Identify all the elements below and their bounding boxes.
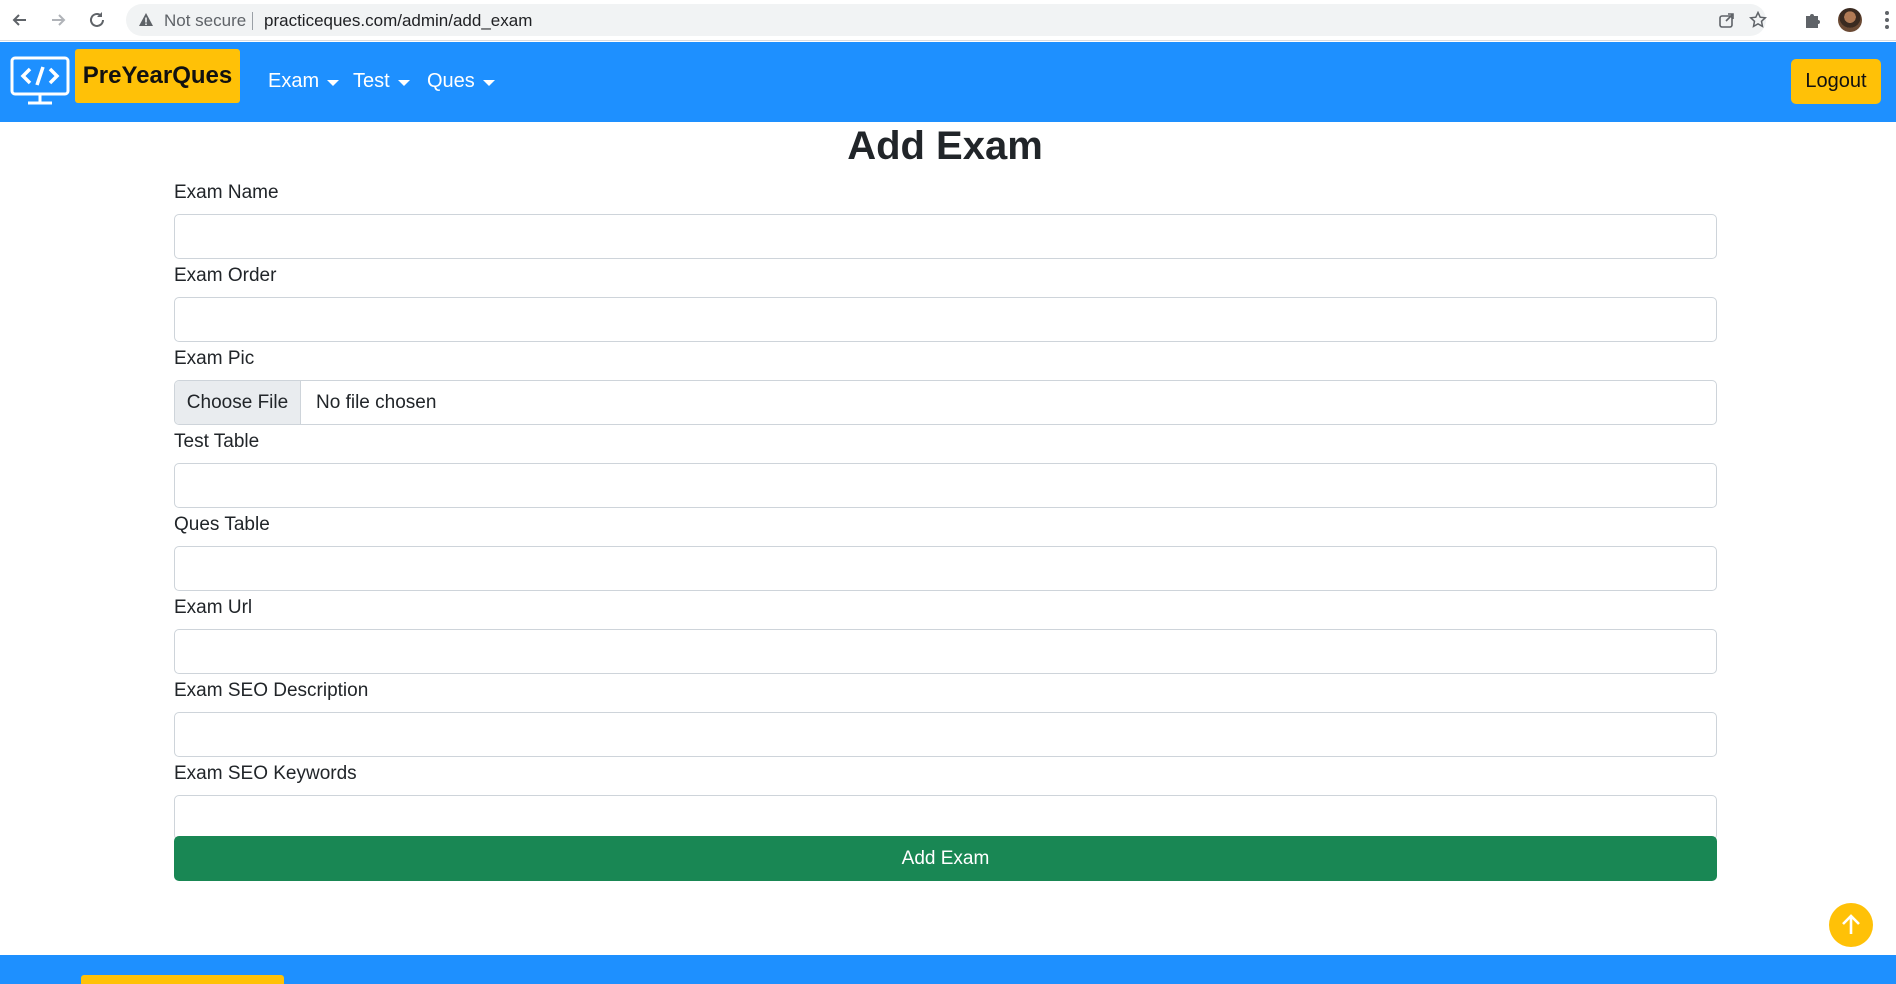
arrow-left-icon <box>12 14 26 26</box>
exam-url-input[interactable] <box>174 629 1717 674</box>
exam-seo-keywords-group: Exam SEO Keywords <box>174 761 1717 844</box>
exam-seo-description-input[interactable] <box>174 712 1717 757</box>
caret-down-icon <box>482 79 495 86</box>
puzzle-icon[interactable] <box>1802 9 1824 31</box>
exam-name-group: Exam Name <box>174 180 1717 263</box>
ques-table-input[interactable] <box>174 546 1717 591</box>
nav-test-label: Test <box>353 70 390 92</box>
security-status[interactable]: Not secure <box>164 11 246 31</box>
exam-url-group: Exam Url <box>174 595 1717 678</box>
exam-seo-keywords-label: Exam SEO Keywords <box>174 763 357 784</box>
site-navbar: PreYearQues Exam Test Ques Logout <box>0 42 1896 122</box>
caret-down-icon <box>327 79 340 86</box>
file-status-text: No file chosen <box>316 391 437 413</box>
exam-pic-file-input[interactable]: Choose File No file chosen <box>174 380 1717 425</box>
nav-dropdown-test[interactable]: Test <box>353 70 410 93</box>
exam-seo-keywords-input[interactable] <box>174 795 1717 840</box>
add-exam-button[interactable]: Add Exam <box>174 836 1717 881</box>
add-exam-form: Exam Name Exam Order Exam Pic Choose Fil… <box>174 180 1717 881</box>
reload-button[interactable] <box>85 8 109 32</box>
exam-order-label: Exam Order <box>174 265 277 286</box>
nav-dropdown-ques[interactable]: Ques <box>427 70 495 93</box>
exam-order-input[interactable] <box>174 297 1717 342</box>
address-bar[interactable]: Not secure practiceques.com/admin/add_ex… <box>126 4 1767 36</box>
exam-seo-description-group: Exam SEO Description <box>174 678 1717 761</box>
reload-icon <box>90 12 104 27</box>
exam-order-group: Exam Order <box>174 263 1717 346</box>
forward-button[interactable] <box>46 8 70 32</box>
exam-pic-label: Exam Pic <box>174 348 255 369</box>
scroll-to-top-button[interactable] <box>1829 903 1873 947</box>
kebab-menu-icon[interactable] <box>1884 10 1890 30</box>
star-icon[interactable] <box>1749 11 1767 29</box>
share-icon[interactable] <box>1718 11 1736 29</box>
ques-table-group: Ques Table <box>174 512 1717 595</box>
choose-file-button[interactable]: Choose File <box>175 381 301 424</box>
back-button[interactable] <box>8 8 32 32</box>
ques-table-label: Ques Table <box>174 514 270 535</box>
exam-seo-description-label: Exam SEO Description <box>174 680 369 701</box>
test-table-input[interactable] <box>174 463 1717 508</box>
monitor-code-icon[interactable] <box>10 56 70 106</box>
test-table-label: Test Table <box>174 431 260 452</box>
site-footer <box>0 955 1896 984</box>
exam-url-label: Exam Url <box>174 597 253 618</box>
footer-brand-block <box>81 975 284 984</box>
profile-avatar[interactable] <box>1838 8 1862 32</box>
omnibox-divider <box>252 12 253 30</box>
exam-name-input[interactable] <box>174 214 1717 259</box>
arrow-up-icon <box>1842 914 1860 934</box>
caret-down-icon <box>397 79 410 86</box>
page-title: Add Exam <box>847 124 1043 168</box>
url-text[interactable]: practiceques.com/admin/add_exam <box>264 11 532 31</box>
browser-toolbar: Not secure practiceques.com/admin/add_ex… <box>0 0 1896 41</box>
nav-ques-label: Ques <box>427 70 475 92</box>
nav-dropdown-exam[interactable]: Exam <box>268 70 340 93</box>
exam-name-label: Exam Name <box>174 182 279 203</box>
test-table-group: Test Table <box>174 429 1717 512</box>
nav-exam-label: Exam <box>268 70 320 92</box>
exam-pic-group: Exam Pic Choose File No file chosen <box>174 346 1717 429</box>
brand-logo[interactable]: PreYearQues <box>75 49 240 103</box>
warning-icon <box>139 13 153 26</box>
logout-button[interactable]: Logout <box>1791 59 1881 104</box>
arrow-right-icon <box>52 14 66 26</box>
